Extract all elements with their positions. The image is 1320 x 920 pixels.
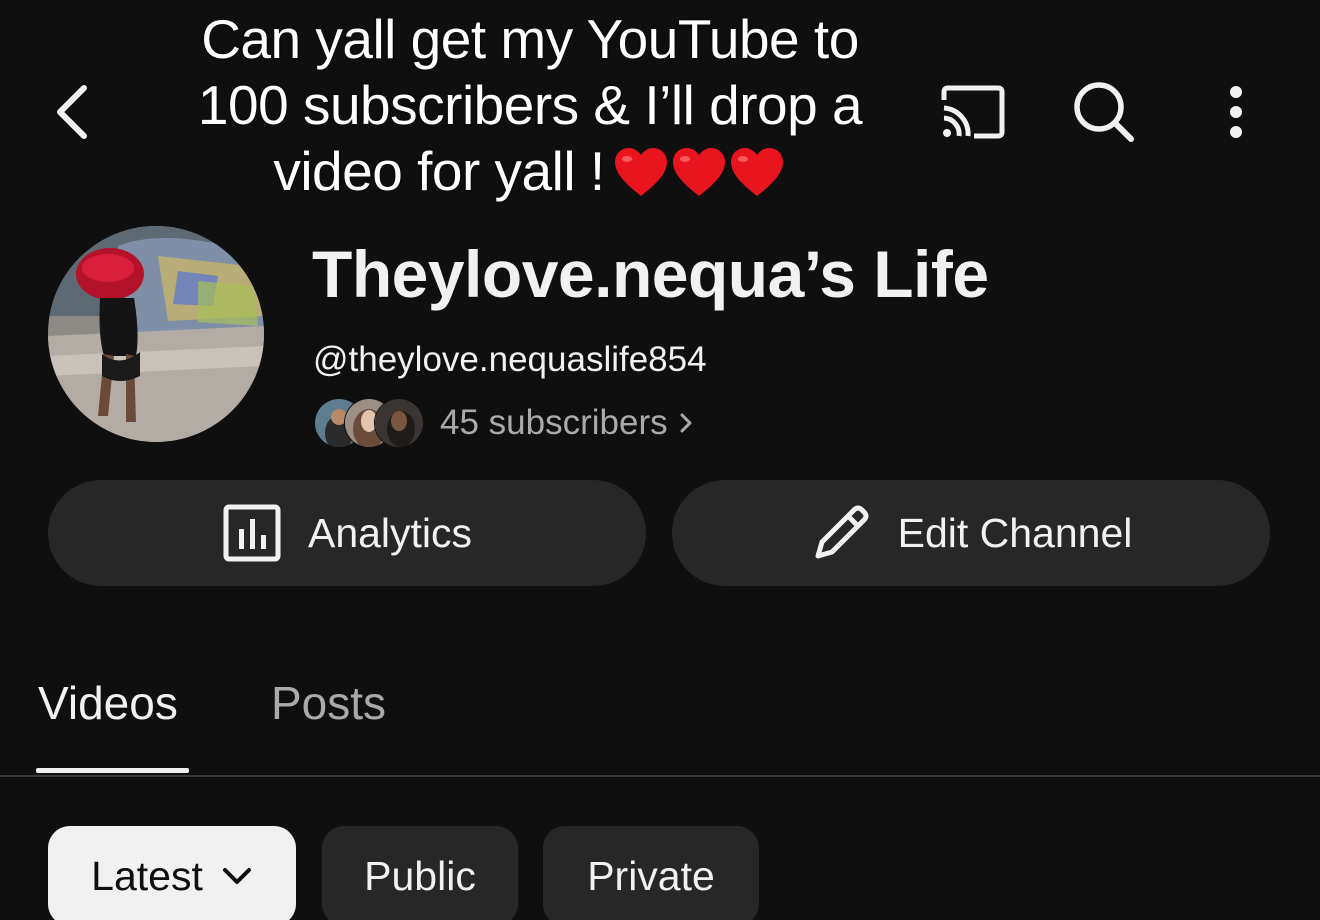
more-options-button[interactable] (1200, 76, 1272, 148)
chevron-right-icon (678, 409, 694, 437)
caption-line-3: video for yall ! (273, 140, 605, 202)
active-tab-indicator (36, 768, 189, 773)
edit-channel-button[interactable]: Edit Channel (672, 480, 1270, 586)
back-button[interactable] (44, 80, 100, 144)
channel-handle: @theylove.nequaslife854 (313, 340, 707, 379)
subscriber-avatars (314, 398, 426, 448)
sort-label: Latest (91, 852, 203, 899)
analytics-icon (223, 504, 281, 562)
search-icon (1074, 82, 1134, 142)
heart-emoji-icon (614, 148, 667, 196)
channel-avatar[interactable] (48, 226, 264, 442)
cast-button[interactable] (936, 76, 1008, 148)
subscriber-count: 45 subscribers (440, 403, 668, 442)
topbar-actions (930, 76, 1260, 148)
overlay-caption: Can yall get my YouTube to 100 subscribe… (150, 6, 910, 212)
filter-public-chip[interactable]: Public (322, 826, 518, 920)
pencil-icon (815, 505, 869, 559)
caption-line-1: Can yall get my YouTube to (201, 8, 859, 70)
filter-private-chip[interactable]: Private (543, 826, 759, 920)
search-button[interactable] (1068, 76, 1140, 148)
cast-icon (941, 85, 1005, 139)
caption-line-2: 100 subscribers & I’ll drop a (197, 74, 863, 136)
avatar-photo (48, 226, 264, 442)
analytics-label: Analytics (307, 509, 473, 556)
hearts-emoji (613, 146, 787, 212)
subscriber-avatar (374, 398, 424, 448)
analytics-button[interactable]: Analytics (48, 480, 646, 586)
tab-videos[interactable]: Videos (38, 676, 178, 730)
caption-line-3-wrap: video for yall ! (150, 138, 910, 212)
tab-posts[interactable]: Posts (271, 676, 386, 730)
heart-emoji-icon (672, 148, 725, 196)
heart-emoji-icon (730, 148, 783, 196)
subscribers-row[interactable]: 45 subscribers (314, 398, 694, 448)
youtube-channel-screen: Can yall get my YouTube to 100 subscribe… (0, 0, 1320, 920)
more-vert-icon (1230, 86, 1242, 138)
chevron-down-icon (221, 866, 253, 886)
edit-channel-label: Edit Channel (897, 509, 1133, 556)
sort-latest-dropdown[interactable]: Latest (48, 826, 296, 920)
chevron-left-icon (57, 85, 87, 139)
channel-name: Theylove.nequa’s Life (312, 237, 989, 311)
tabs-divider (0, 775, 1320, 777)
